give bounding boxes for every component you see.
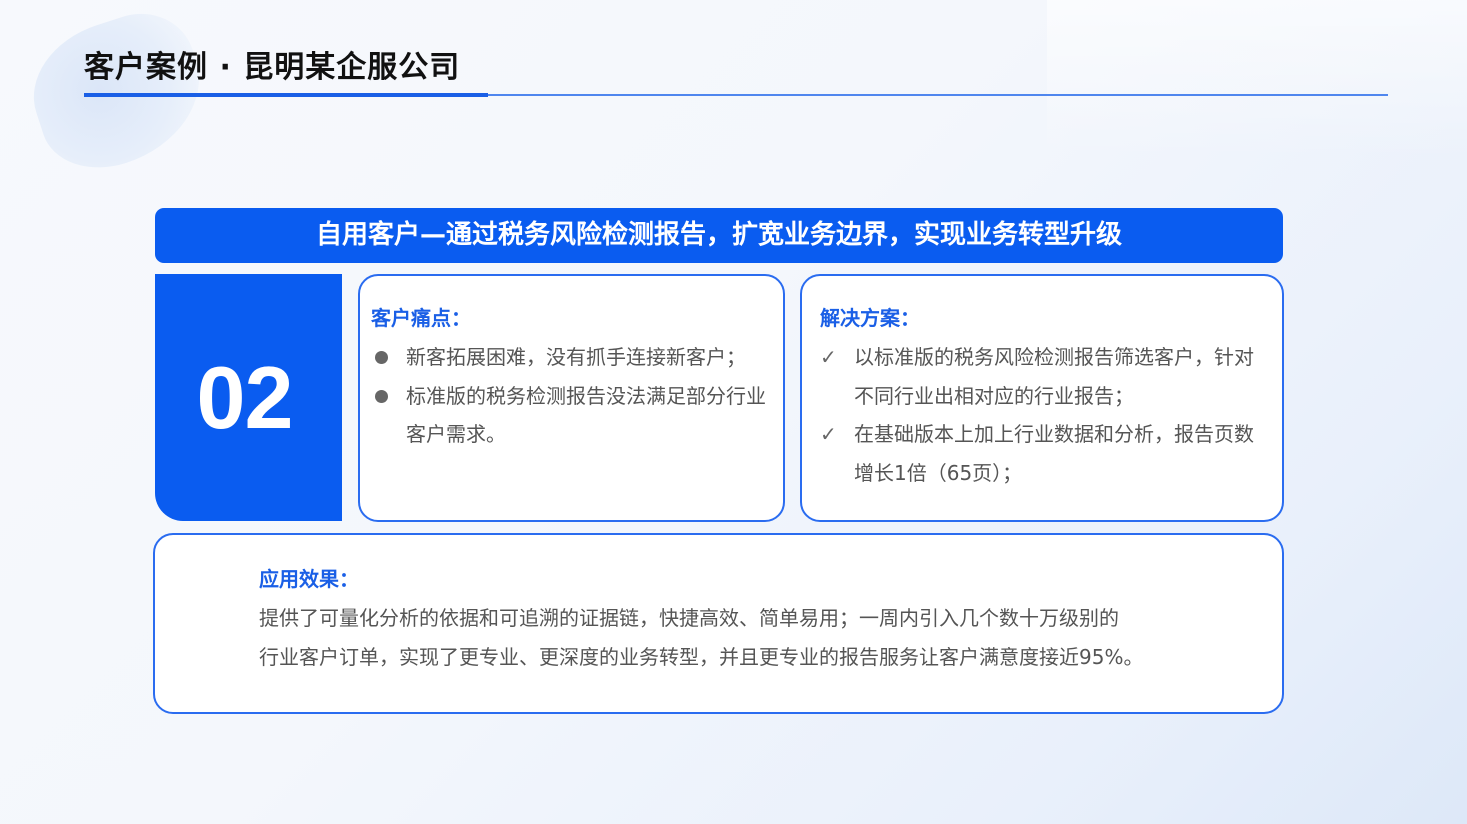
title-underline-accent [84, 93, 488, 97]
case-number-block: 02 [155, 274, 342, 521]
pain-point-text: 标准版的税务检测报告没法满足部分行业客户需求。 [406, 383, 766, 447]
page-title: 客户案例 · 昆明某企服公司 [84, 50, 461, 85]
solution-card: 解决方案： ✓ 以标准版的税务风险检测报告筛选客户，针对不同行业出相对应的行业报… [800, 274, 1284, 522]
checkmark-icon: ✓ [820, 345, 837, 369]
list-item: 新客拓展困难，没有抓手连接新客户； [372, 338, 777, 377]
checkmark-icon: ✓ [820, 422, 837, 446]
effect-line: 行业客户订单，实现了更专业、更深度的业务转型，并且更专业的报告服务让客户满意度接… [259, 645, 1144, 669]
effect-heading: 应用效果： [259, 567, 359, 591]
effect-text: 提供了可量化分析的依据和可追溯的证据链，快捷高效、简单易用；一周内引入几个数十万… [259, 599, 1239, 677]
effect-line: 提供了可量化分析的依据和可追溯的证据链，快捷高效、简单易用；一周内引入几个数十万… [259, 606, 1119, 630]
solution-text: 在基础版本上加上行业数据和分析，报告页数增长1倍（65页）； [854, 422, 1254, 485]
bullet-dot-icon [375, 389, 388, 403]
case-number: 02 [196, 347, 294, 447]
pain-point-text: 新客拓展困难，没有抓手连接新客户； [406, 345, 746, 369]
solution-list: ✓ 以标准版的税务风险检测报告筛选客户，针对不同行业出相对应的行业报告； ✓ 在… [820, 338, 1270, 492]
list-item: 标准版的税务检测报告没法满足部分行业客户需求。 [372, 377, 777, 454]
decorative-glow [1047, 0, 1467, 160]
list-item: ✓ 在基础版本上加上行业数据和分析，报告页数增长1倍（65页）； [820, 415, 1270, 492]
pain-points-heading: 客户痛点： [371, 306, 471, 330]
effect-card: 应用效果： 提供了可量化分析的依据和可追溯的证据链，快捷高效、简单易用；一周内引… [153, 533, 1284, 714]
list-item: ✓ 以标准版的税务风险检测报告筛选客户，针对不同行业出相对应的行业报告； [820, 338, 1270, 415]
pain-points-list: 新客拓展困难，没有抓手连接新客户； 标准版的税务检测报告没法满足部分行业客户需求… [372, 338, 777, 454]
solution-text: 以标准版的税务风险检测报告筛选客户，针对不同行业出相对应的行业报告； [854, 345, 1254, 408]
case-banner: 自用客户—通过税务风险检测报告，扩宽业务边界，实现业务转型升级 [155, 208, 1283, 263]
bullet-dot-icon [375, 351, 388, 364]
solution-heading: 解决方案： [820, 306, 920, 330]
pain-points-card: 客户痛点： 新客拓展困难，没有抓手连接新客户； 标准版的税务检测报告没法满足部分… [358, 274, 785, 522]
